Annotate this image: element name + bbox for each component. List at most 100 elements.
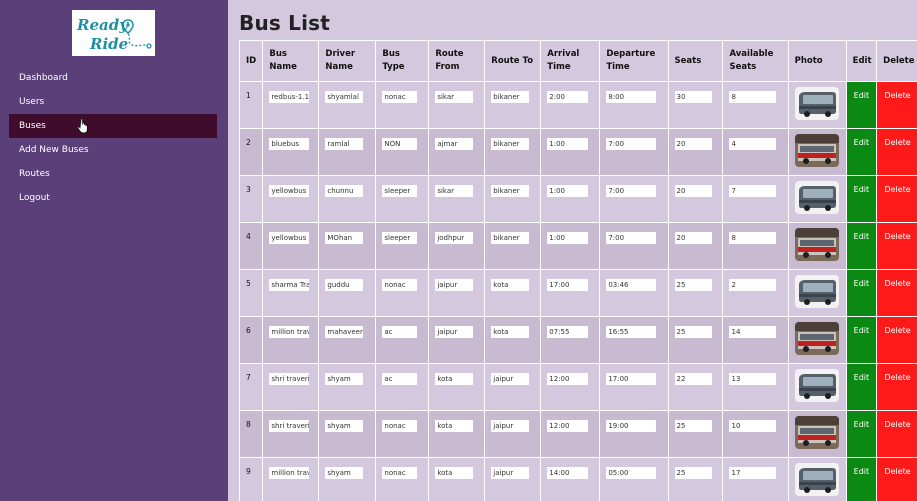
route-from-input[interactable]: jaipur [435, 326, 474, 338]
departure-time-input[interactable]: 17:00 [606, 373, 657, 385]
departure-time-input[interactable]: 7:00 [606, 232, 657, 244]
available-seats-input[interactable]: 10 [729, 420, 777, 432]
driver-name-input[interactable]: shyam [325, 420, 364, 432]
departure-time-input[interactable]: 7:00 [606, 138, 657, 150]
edit-button[interactable]: Edit [847, 130, 876, 175]
delete-button[interactable]: Delete [878, 224, 917, 269]
route-from-input[interactable]: sikar [435, 185, 474, 197]
bus-name-input[interactable]: million trav [269, 326, 310, 338]
arrival-time-input[interactable]: 1:00 [547, 232, 589, 244]
driver-name-input[interactable]: chunnu [325, 185, 364, 197]
route-to-input[interactable]: jaipur [491, 373, 530, 385]
arrival-time-input[interactable]: 1:00 [547, 138, 589, 150]
seats-input[interactable]: 25 [674, 326, 712, 338]
edit-button[interactable]: Edit [847, 365, 876, 410]
driver-name-input[interactable]: ramlal [325, 138, 364, 150]
bus-type-input[interactable]: NON [382, 138, 418, 150]
arrival-time-input[interactable]: 07:55 [547, 326, 589, 338]
delete-button[interactable]: Delete [878, 318, 917, 363]
departure-time-input[interactable]: 19:00 [606, 420, 657, 432]
bus-name-input[interactable]: sharma Tra [269, 279, 310, 291]
route-to-input[interactable]: kota [491, 326, 530, 338]
available-seats-input[interactable]: 14 [729, 326, 777, 338]
seats-input[interactable]: 20 [674, 138, 712, 150]
arrival-time-input[interactable]: 12:00 [547, 373, 589, 385]
bus-type-input[interactable]: nonac [382, 420, 418, 432]
bus-name-input[interactable]: yellowbus [269, 185, 310, 197]
departure-time-input[interactable]: 8:00 [606, 91, 657, 103]
bus-type-input[interactable]: nonac [382, 279, 418, 291]
delete-button[interactable]: Delete [878, 365, 917, 410]
arrival-time-input[interactable]: 1:00 [547, 185, 589, 197]
available-seats-input[interactable]: 7 [729, 185, 777, 197]
delete-button[interactable]: Delete [878, 177, 917, 222]
driver-name-input[interactable]: MOhan [325, 232, 364, 244]
bus-type-input[interactable]: ac [382, 373, 418, 385]
available-seats-input[interactable]: 4 [729, 138, 777, 150]
arrival-time-input[interactable]: 14:00 [547, 467, 589, 479]
available-seats-input[interactable]: 13 [729, 373, 777, 385]
route-from-input[interactable]: sikar [435, 91, 474, 103]
bus-type-input[interactable]: sleeper [382, 232, 418, 244]
sidebar-item-dashboard[interactable]: Dashboard [9, 66, 217, 90]
edit-button[interactable]: Edit [847, 318, 876, 363]
route-to-input[interactable]: bikaner [491, 91, 530, 103]
seats-input[interactable]: 25 [674, 279, 712, 291]
route-to-input[interactable]: kota [491, 279, 530, 291]
departure-time-input[interactable]: 7:00 [606, 185, 657, 197]
bus-type-input[interactable]: sleeper [382, 185, 418, 197]
departure-time-input[interactable]: 03:46 [606, 279, 657, 291]
route-to-input[interactable]: jaipur [491, 467, 530, 479]
sidebar-item-users[interactable]: Users [9, 90, 217, 114]
bus-name-input[interactable]: redbus-1.1 [269, 91, 310, 103]
bus-type-input[interactable]: nonac [382, 467, 418, 479]
available-seats-input[interactable]: 8 [729, 91, 777, 103]
departure-time-input[interactable]: 05:00 [606, 467, 657, 479]
delete-button[interactable]: Delete [878, 271, 917, 316]
bus-name-input[interactable]: million trav [269, 467, 310, 479]
available-seats-input[interactable]: 17 [729, 467, 777, 479]
route-from-input[interactable]: jodhpur [435, 232, 474, 244]
seats-input[interactable]: 20 [674, 232, 712, 244]
route-from-input[interactable]: kota [435, 373, 474, 385]
sidebar-item-buses[interactable]: Buses [9, 114, 217, 138]
seats-input[interactable]: 20 [674, 185, 712, 197]
driver-name-input[interactable]: shyam [325, 467, 364, 479]
route-from-input[interactable]: kota [435, 467, 474, 479]
route-from-input[interactable]: kota [435, 420, 474, 432]
route-to-input[interactable]: bikaner [491, 185, 530, 197]
edit-button[interactable]: Edit [847, 177, 876, 222]
route-from-input[interactable]: ajmar [435, 138, 474, 150]
available-seats-input[interactable]: 2 [729, 279, 777, 291]
driver-name-input[interactable]: shyamlal [325, 91, 364, 103]
bus-name-input[interactable]: bluebus [269, 138, 310, 150]
bus-name-input[interactable]: yellowbus [269, 232, 310, 244]
edit-button[interactable]: Edit [847, 83, 876, 128]
arrival-time-input[interactable]: 12:00 [547, 420, 589, 432]
departure-time-input[interactable]: 16:55 [606, 326, 657, 338]
sidebar-item-add-new-buses[interactable]: Add New Buses [9, 138, 217, 162]
edit-button[interactable]: Edit [847, 271, 876, 316]
sidebar-item-logout[interactable]: Logout [9, 186, 217, 210]
delete-button[interactable]: Delete [878, 412, 917, 457]
edit-button[interactable]: Edit [847, 224, 876, 269]
seats-input[interactable]: 22 [674, 373, 712, 385]
bus-type-input[interactable]: ac [382, 326, 418, 338]
bus-name-input[interactable]: shri traveri [269, 420, 310, 432]
edit-button[interactable]: Edit [847, 459, 876, 501]
seats-input[interactable]: 30 [674, 91, 712, 103]
bus-type-input[interactable]: nonac [382, 91, 418, 103]
bus-name-input[interactable]: shri traveri [269, 373, 310, 385]
delete-button[interactable]: Delete [878, 130, 917, 175]
seats-input[interactable]: 25 [674, 420, 712, 432]
route-from-input[interactable]: jaipur [435, 279, 474, 291]
route-to-input[interactable]: jaipur [491, 420, 530, 432]
ready-ride-logo[interactable]: Ready Ride [72, 10, 155, 56]
driver-name-input[interactable]: mahaveer [325, 326, 364, 338]
route-to-input[interactable]: bikaner [491, 232, 530, 244]
route-to-input[interactable]: bikaner [491, 138, 530, 150]
sidebar-item-routes[interactable]: Routes [9, 162, 217, 186]
arrival-time-input[interactable]: 17:00 [547, 279, 589, 291]
available-seats-input[interactable]: 8 [729, 232, 777, 244]
driver-name-input[interactable]: guddu [325, 279, 364, 291]
